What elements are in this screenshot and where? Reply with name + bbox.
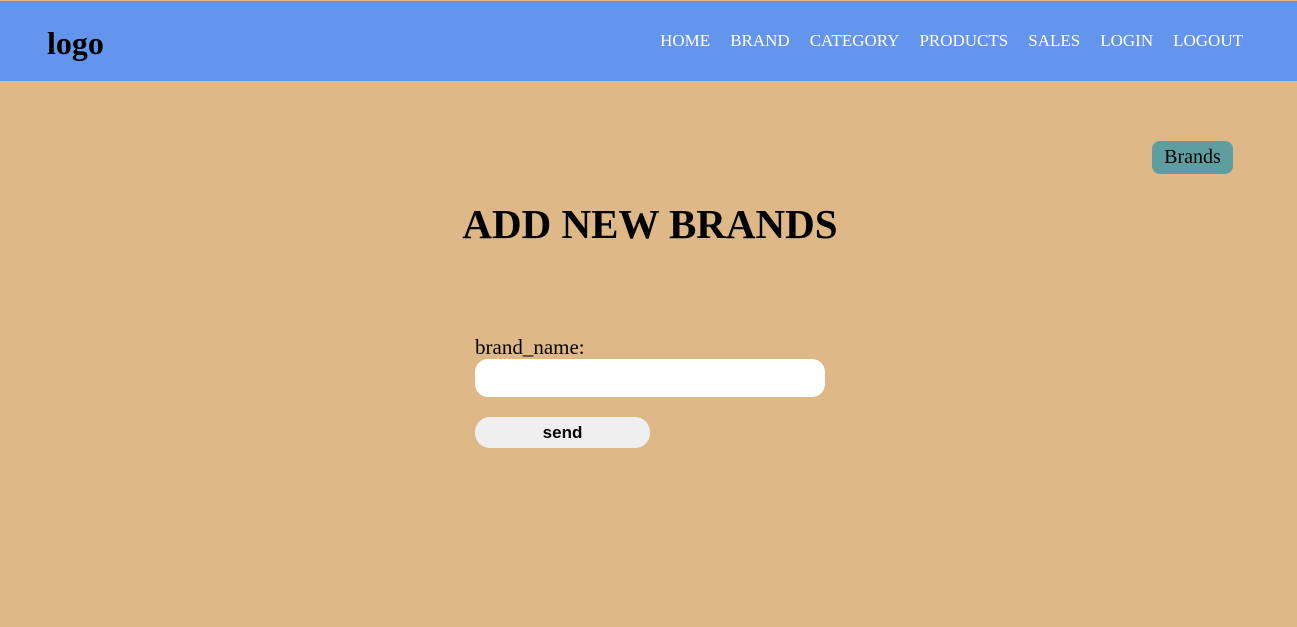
nav-home-link[interactable]: HOME (660, 31, 710, 51)
logo: logo (47, 25, 104, 61)
send-button[interactable]: send (475, 417, 650, 448)
nav-logout-link[interactable]: LOGOUT (1173, 31, 1243, 51)
brand-name-input[interactable] (475, 359, 825, 397)
brand-name-label: brand_name: (475, 335, 585, 359)
brands-button[interactable]: Brands (1152, 141, 1233, 174)
nav-products-link[interactable]: PRODUCTS (919, 31, 1008, 51)
nav-login-link[interactable]: LOGIN (1100, 31, 1153, 51)
nav-sales-link[interactable]: SALES (1028, 31, 1080, 51)
nav-category-link[interactable]: CATEGORY (810, 31, 900, 51)
main-nav: HOME BRAND CATEGORY PRODUCTS SALES LOGIN… (660, 31, 1243, 51)
top-header: logo HOME BRAND CATEGORY PRODUCTS SALES … (0, 1, 1297, 81)
page-title: ADD NEW BRANDS (462, 201, 838, 247)
nav-brand-link[interactable]: BRAND (730, 31, 790, 51)
add-brand-form: brand_name: send (475, 335, 835, 448)
